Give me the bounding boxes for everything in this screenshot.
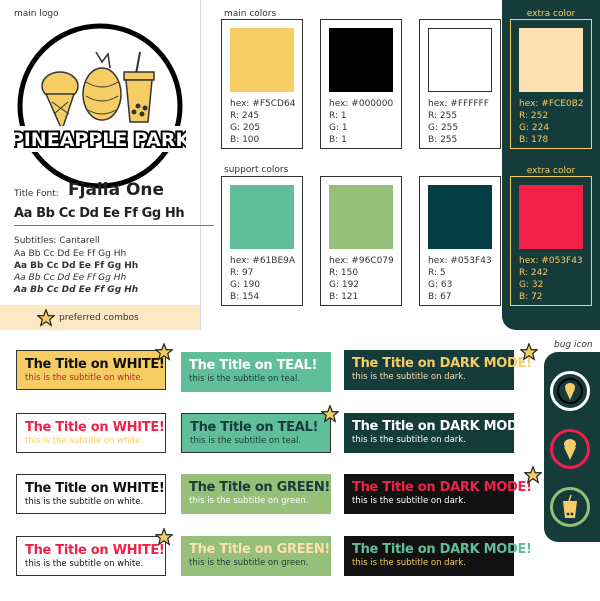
swatch-meta: hex: #96C079 R: 150 G: 192 B: 121 xyxy=(329,256,394,302)
swatch-meta: hex: #FCE0B2 R: 252 G: 224 B: 178 xyxy=(519,99,584,145)
combo-card: The Title on DARK MODE! this is the subt… xyxy=(344,474,532,514)
combo-card: The Title on WHITE! this is the subtitle… xyxy=(16,474,166,514)
swatch-meta: hex: #F5CD64 R: 245 G: 205 B: 100 xyxy=(230,99,296,145)
cone-icon xyxy=(550,429,590,469)
swatch-card-teal: hex: #61BE9A R: 97 G: 190 B: 154 xyxy=(221,176,303,306)
color-swatch xyxy=(519,185,583,249)
combo-card: The Title on WHITE! this is the subtitle… xyxy=(16,413,166,453)
star-icon xyxy=(155,528,173,546)
swatch-card-gold: hex: #F5CD64 R: 245 G: 205 B: 100 xyxy=(221,19,303,149)
color-swatch xyxy=(428,28,492,92)
swatch-card-red: hex: #053F43 R: 242 G: 32 B: 72 xyxy=(510,176,592,306)
star-icon xyxy=(37,309,55,327)
extra-color-label: extra color xyxy=(526,9,576,19)
subtitle-sample-italic: Aa Bb Cc Dd Ee Ff Gg Hh xyxy=(14,273,127,283)
combo-card: The Title on TEAL! this is the subtitle … xyxy=(181,352,331,392)
ice-cream-icon xyxy=(550,371,590,411)
title-font-label: Title Font: xyxy=(14,189,59,199)
combo-card: The Title on WHITE! this is the subtitle… xyxy=(16,350,166,390)
color-swatch xyxy=(230,28,294,92)
swatch-card-black: hex: #000000 R: 1 G: 1 B: 1 xyxy=(320,19,402,149)
support-colors-label: support colors xyxy=(224,165,289,175)
bug-icon-label: bug icon xyxy=(554,340,593,350)
combo-card: The Title on DARK MODE! this is the subt… xyxy=(344,350,532,390)
subtitle-sample-regular: Aa Bb Cc Dd Ee Ff Gg Hh xyxy=(14,249,127,259)
combo-card: The Title on DARK MODE! this is the subt… xyxy=(344,536,532,576)
logo-text: PINEAPPLE PARK xyxy=(14,129,186,151)
combo-card: The Title on WHITE! this is the subtitle… xyxy=(16,536,166,576)
swatch-meta: hex: #053F43 R: 242 G: 32 B: 72 xyxy=(519,256,583,302)
divider xyxy=(14,225,214,226)
extra-color-label-2: extra color xyxy=(526,166,576,176)
swatch-meta: hex: #61BE9A R: 97 G: 190 B: 154 xyxy=(230,256,296,302)
combo-card: The Title on TEAL! this is the subtitle … xyxy=(181,413,331,453)
main-logo-label: main logo xyxy=(14,9,59,19)
swatch-meta: hex: #000000 R: 1 G: 1 B: 1 xyxy=(329,99,394,145)
subtitle-sample-bold-italic: Aa Bb Cc Dd Ee Ff Gg Hh xyxy=(14,285,139,295)
swatch-meta: hex: #053F43 R: 5 G: 63 B: 67 xyxy=(428,256,492,302)
pineapple-park-logo: PINEAPPLE PARK xyxy=(14,23,186,189)
swatch-card-peach: hex: #FCE0B2 R: 252 G: 224 B: 178 xyxy=(510,19,592,149)
combo-card: The Title on GREEN! this is the subtitle… xyxy=(181,536,331,576)
star-icon xyxy=(321,405,339,423)
boba-icon xyxy=(550,487,590,527)
subtitles-label: Subtitles: Cantarell xyxy=(14,236,100,246)
star-icon xyxy=(520,343,538,361)
combo-card: The Title on GREEN! this is the subtitle… xyxy=(181,474,331,514)
color-swatch xyxy=(428,185,492,249)
star-icon xyxy=(524,466,542,484)
swatch-card-green: hex: #96C079 R: 150 G: 192 B: 121 xyxy=(320,176,402,306)
combo-card: The Title on DARK MODE! this is the subt… xyxy=(344,413,532,453)
preferred-combos-label: preferred combos xyxy=(59,313,139,323)
color-swatch xyxy=(329,185,393,249)
title-font-sample: Aa Bb Cc Dd Ee Ff Gg Hh xyxy=(14,206,185,221)
swatch-meta: hex: #FFFFFF R: 255 G: 255 B: 255 xyxy=(428,99,489,145)
main-colors-label: main colors xyxy=(224,9,277,19)
swatch-card-dark-teal: hex: #053F43 R: 5 G: 63 B: 67 xyxy=(419,176,501,306)
color-swatch xyxy=(329,28,393,92)
swatch-card-white: hex: #FFFFFF R: 255 G: 255 B: 255 xyxy=(419,19,501,149)
title-font-name: Fjalla One xyxy=(68,180,165,200)
star-icon xyxy=(155,343,173,361)
color-swatch xyxy=(230,185,294,249)
subtitle-sample-bold: Aa Bb Cc Dd Ee Ff Gg Hh xyxy=(14,261,139,271)
color-swatch xyxy=(519,28,583,92)
